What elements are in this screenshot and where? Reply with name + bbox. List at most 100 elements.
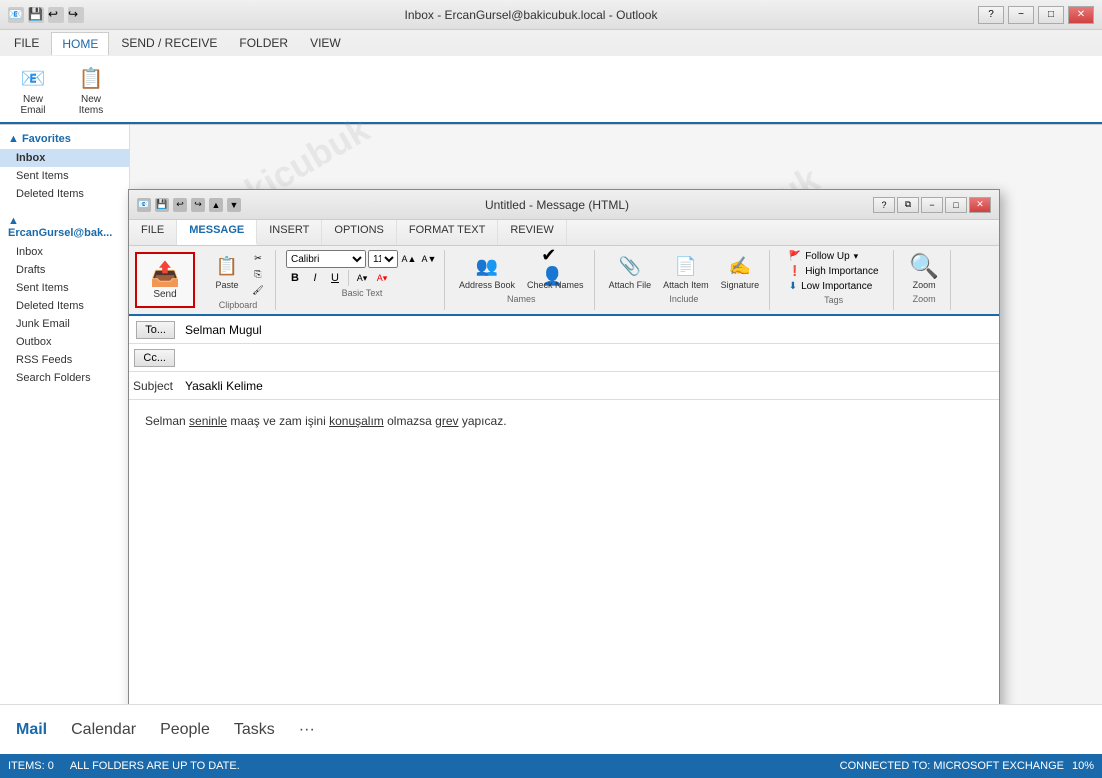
favorites-header[interactable]: ▲ Favorites xyxy=(0,129,129,149)
low-importance-icon: ⬇ xyxy=(789,281,797,292)
font-select[interactable]: Calibri xyxy=(286,250,366,268)
cc-button-container: Cc... xyxy=(129,349,179,367)
maximize-button[interactable]: □ xyxy=(1038,6,1064,24)
new-email-button[interactable]: 📧 NewEmail xyxy=(8,60,58,118)
cc-button[interactable]: Cc... xyxy=(134,349,175,367)
sidebar-item-search[interactable]: Search Folders xyxy=(0,369,129,387)
new-items-label: NewItems xyxy=(79,94,103,116)
compose-restore-button[interactable]: ⧉ xyxy=(897,197,919,213)
close-button[interactable]: ✕ xyxy=(1068,6,1094,24)
address-book-button[interactable]: 👥 Address Book xyxy=(455,250,519,292)
compose-help-button[interactable]: ? xyxy=(873,197,895,213)
compose-form-fields: To... Cc... Subject xyxy=(129,316,999,704)
format-sep xyxy=(348,270,349,286)
tags-label: Tags xyxy=(824,295,843,305)
status-bar: ITEMS: 0 ALL FOLDERS ARE UP TO DATE. CON… xyxy=(0,754,1102,778)
tab-view[interactable]: VIEW xyxy=(300,32,351,54)
nav-people[interactable]: People xyxy=(160,721,210,739)
compose-tab-file[interactable]: FILE xyxy=(129,220,177,245)
compose-save-icon: 💾 xyxy=(155,198,169,212)
underlined-word-3: grev xyxy=(435,414,458,428)
tab-home[interactable]: HOME xyxy=(51,32,109,55)
low-importance-button[interactable]: ⬇ Low Importance xyxy=(785,280,877,293)
sidebar-item-rss[interactable]: RSS Feeds xyxy=(0,351,129,369)
increase-font-button[interactable]: A▲ xyxy=(400,251,418,267)
tab-folder[interactable]: FOLDER xyxy=(229,32,298,54)
sidebar-item-drafts[interactable]: Drafts xyxy=(0,261,129,279)
highlight-button[interactable]: A▾ xyxy=(353,270,371,286)
underline-button[interactable]: U xyxy=(326,270,344,286)
to-row: To... xyxy=(129,316,999,344)
sidebar-item-account-sent[interactable]: Sent Items xyxy=(0,279,129,297)
sidebar-item-junk[interactable]: Junk Email xyxy=(0,315,129,333)
clipboard-side-buttons: ✂ ⎘ 🖌 xyxy=(247,250,269,298)
sidebar-item-outbox[interactable]: Outbox xyxy=(0,333,129,351)
italic-button[interactable]: I xyxy=(306,270,324,286)
compose-tab-format[interactable]: FORMAT TEXT xyxy=(397,220,498,245)
tab-file[interactable]: FILE xyxy=(4,32,49,54)
high-importance-button[interactable]: ❗ High Importance xyxy=(785,265,883,278)
compose-tab-insert[interactable]: INSERT xyxy=(257,220,322,245)
cc-row: Cc... xyxy=(129,344,999,372)
redo-icon: ↪ xyxy=(68,7,84,23)
follow-up-button[interactable]: 🚩 Follow Up ▾ xyxy=(785,250,862,263)
compose-maximize-button[interactable]: □ xyxy=(945,197,967,213)
sidebar-item-inbox[interactable]: Inbox xyxy=(0,149,129,167)
format-painter-button[interactable]: 🖌 xyxy=(247,282,269,298)
cc-input[interactable] xyxy=(179,347,999,369)
follow-up-dropdown[interactable]: ▾ xyxy=(854,251,859,262)
bold-button[interactable]: B xyxy=(286,270,304,286)
nav-mail[interactable]: Mail xyxy=(16,721,47,739)
compose-window: 📧 💾 ↩ ↪ ▲ ▼ Untitled - Message (HTML) ? … xyxy=(128,189,1000,704)
zoom-level: 10% xyxy=(1072,760,1094,772)
outlook-icon: 📧 xyxy=(8,7,24,23)
minimize-button[interactable]: − xyxy=(1008,6,1034,24)
high-importance-label: High Importance xyxy=(805,266,878,277)
subject-input[interactable] xyxy=(179,375,999,397)
sidebar-item-account-inbox[interactable]: Inbox xyxy=(0,243,129,261)
to-button[interactable]: To... xyxy=(136,321,175,339)
font-size-select[interactable]: 11 xyxy=(368,250,398,268)
compose-tab-options[interactable]: OPTIONS xyxy=(322,220,397,245)
attach-file-button[interactable]: 📎 Attach File xyxy=(605,250,656,292)
zoom-button[interactable]: 🔍 Zoom xyxy=(904,250,944,292)
signature-button[interactable]: ✍ Signature xyxy=(717,250,764,292)
account-header[interactable]: ▲ ErcanGursel@bak... xyxy=(0,211,129,243)
attach-item-button[interactable]: 📄 Attach Item xyxy=(659,250,713,292)
compose-redo-icon: ↪ xyxy=(191,198,205,212)
compose-tab-review[interactable]: REVIEW xyxy=(498,220,566,245)
tab-send-receive[interactable]: SEND / RECEIVE xyxy=(111,32,227,54)
help-button[interactable]: ? xyxy=(978,6,1004,24)
compose-minimize-button[interactable]: − xyxy=(921,197,943,213)
paste-button[interactable]: 📋 Paste xyxy=(207,250,247,298)
to-input[interactable] xyxy=(179,319,999,341)
compose-close-button[interactable]: ✕ xyxy=(969,197,991,213)
tags-content: 🚩 Follow Up ▾ ❗ High Importance ⬇ Low Im… xyxy=(785,250,883,293)
basic-text-group: Calibri 11 A▲ A▼ B I U xyxy=(280,250,445,310)
names-group: 👥 Address Book ✔👤 Check Names Names xyxy=(449,250,595,310)
compose-body[interactable]: Selman seninle maaş ve zam işini konuşal… xyxy=(129,400,999,704)
send-button[interactable]: 📤 Send xyxy=(135,252,195,308)
main-ribbon: FILE HOME SEND / RECEIVE FOLDER VIEW 📧 N… xyxy=(0,30,1102,125)
check-names-button[interactable]: ✔👤 Check Names xyxy=(523,250,588,292)
new-items-button[interactable]: 📋 NewItems xyxy=(66,60,116,118)
sidebar: ▲ Favorites Inbox Sent Items Deleted Ite… xyxy=(0,125,130,704)
clipboard-group: 📋 Paste ✂ ⎘ 🖌 Clipboard xyxy=(201,250,276,310)
nav-calendar[interactable]: Calendar xyxy=(71,721,136,739)
sidebar-item-deleted[interactable]: Deleted Items xyxy=(0,185,129,203)
clipboard-content: 📋 Paste ✂ ⎘ 🖌 xyxy=(207,250,269,298)
sidebar-item-account-deleted[interactable]: Deleted Items xyxy=(0,297,129,315)
names-label: Names xyxy=(507,294,536,304)
paste-icon: 📋 xyxy=(213,252,241,280)
zoom-label: Zoom xyxy=(913,280,936,290)
font-color-button[interactable]: A▾ xyxy=(373,270,391,286)
decrease-font-button[interactable]: A▼ xyxy=(420,251,438,267)
compose-tab-message[interactable]: MESSAGE xyxy=(177,220,257,245)
cut-button[interactable]: ✂ xyxy=(247,250,269,266)
zoom-content: 🔍 Zoom xyxy=(904,250,944,292)
nav-more[interactable]: ··· xyxy=(299,721,315,739)
nav-tasks[interactable]: Tasks xyxy=(234,721,275,739)
zoom-group: 🔍 Zoom Zoom xyxy=(898,250,951,310)
copy-button[interactable]: ⎘ xyxy=(247,266,269,282)
sidebar-item-sent[interactable]: Sent Items xyxy=(0,167,129,185)
